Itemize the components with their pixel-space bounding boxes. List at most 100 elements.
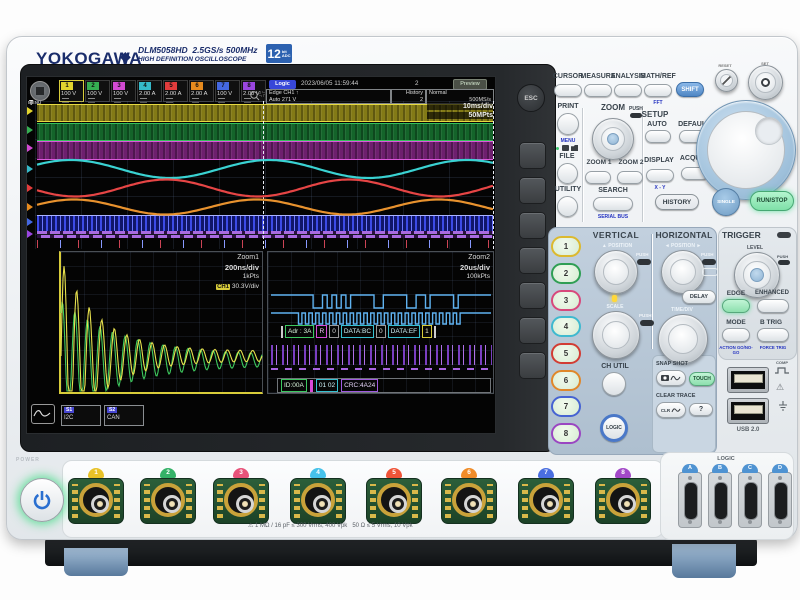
horizontal-position-knob[interactable]	[661, 250, 705, 294]
b-trig-button[interactable]	[757, 328, 789, 342]
measure-button[interactable]	[584, 84, 612, 97]
channel-button[interactable]: 6	[551, 370, 581, 391]
touch-button[interactable]: TOUCH	[689, 372, 715, 386]
enhanced-button[interactable]	[757, 299, 789, 313]
softkey-4[interactable]	[519, 247, 546, 274]
i2c-ack2: 0	[376, 325, 386, 338]
channel-button[interactable]: 5	[551, 343, 581, 364]
channel-status-box[interactable]: 4 2.00 A	[137, 80, 162, 102]
analysis-button[interactable]	[614, 84, 642, 97]
bnc-pads	[641, 484, 647, 518]
single-button[interactable]: SINGLE	[712, 188, 740, 216]
set-knob[interactable]	[748, 65, 783, 100]
softkey-6[interactable]	[519, 317, 546, 344]
math-ref-button[interactable]	[644, 84, 672, 97]
bnc-inner-ring	[91, 495, 109, 513]
channel-button-number: 7	[564, 402, 568, 411]
clear-trace-button[interactable]: CLR	[656, 402, 686, 418]
trace-marker-icon	[27, 184, 33, 192]
zoom1-cursor-line[interactable]	[263, 101, 264, 249]
file-button[interactable]	[557, 163, 578, 184]
logic-button[interactable]: LOGIC	[600, 414, 628, 442]
cursor-button[interactable]	[554, 84, 582, 97]
display-mode-icon[interactable]	[31, 404, 55, 424]
history-label: History	[406, 90, 423, 96]
snap-shot-button[interactable]	[656, 370, 686, 386]
channel-button-number: 8	[564, 429, 568, 438]
jog-shuttle-knob[interactable]	[696, 100, 796, 200]
channel-status-box[interactable]: 2 100 V	[85, 80, 110, 102]
channel-number-chip: 3	[113, 82, 125, 90]
softkey-7[interactable]	[519, 352, 546, 379]
help-button[interactable]: ?	[689, 403, 713, 416]
trace-marker-icon	[27, 165, 33, 173]
bnc-connector: 7	[518, 478, 574, 524]
bnc-channel-tab: 3	[233, 468, 249, 478]
esc-button[interactable]: ESC	[517, 84, 545, 112]
edge-button[interactable]	[722, 299, 750, 313]
zoom2-button[interactable]	[617, 171, 643, 184]
i2c-data2: DATA:EF	[388, 325, 420, 338]
channel-button[interactable]: 1	[551, 236, 581, 257]
ch-util-button[interactable]	[602, 372, 626, 396]
auto-button[interactable]	[645, 130, 671, 143]
screen-menu-button[interactable]	[30, 81, 50, 101]
port-slot	[714, 482, 728, 520]
vertical-position-knob[interactable]	[594, 250, 638, 294]
search-zoom-icon[interactable]	[249, 90, 265, 103]
softkey-1[interactable]	[519, 142, 546, 169]
zoom2-timebase: 20us/div	[460, 263, 490, 272]
search-button[interactable]	[593, 197, 633, 211]
softkey-2[interactable]	[519, 177, 546, 204]
serial-bus-badge[interactable]: S2 CAN	[104, 405, 144, 426]
zoom2-cursor-line[interactable]	[493, 101, 494, 249]
printer-icon	[562, 145, 569, 151]
channel-button[interactable]: 4	[551, 316, 581, 337]
display-button[interactable]	[646, 169, 674, 182]
channel-button[interactable]: 3	[551, 290, 581, 311]
utility-button[interactable]	[557, 196, 578, 217]
channel-button[interactable]: 7	[551, 396, 581, 417]
timediv-knob[interactable]	[658, 314, 708, 364]
serial-bus-badges: S1 I2C S2 CAN	[61, 405, 144, 426]
bnc-pads	[114, 484, 120, 518]
b-trig-label: B TRIG	[753, 319, 789, 326]
bnc-outer-ring	[377, 483, 411, 517]
can-rtr-tick	[310, 380, 313, 392]
reset-knob[interactable]	[715, 69, 738, 92]
softkey-3[interactable]	[519, 212, 546, 239]
shift-button[interactable]: SHIFT	[676, 82, 704, 97]
bnc-pin	[547, 501, 553, 507]
channel-status-box[interactable]: 7 100 V	[215, 80, 240, 102]
run-stop-button[interactable]: RUN/STOP	[750, 191, 794, 211]
bnc-outer-ring	[529, 483, 563, 517]
channel-scale-value: 100 V	[113, 91, 136, 97]
vertical-scale-knob[interactable]	[592, 311, 640, 359]
channel-button[interactable]: 2	[551, 263, 581, 284]
history-button[interactable]: HISTORY	[655, 194, 699, 210]
softkey-5[interactable]	[519, 282, 546, 309]
logic-port-tab: C	[742, 464, 758, 473]
logic-port: C	[738, 472, 762, 528]
zoom1-button[interactable]	[585, 171, 611, 184]
channel-status-box[interactable]: 6 2.00 A	[189, 80, 214, 102]
i2c-ack3: 1	[422, 325, 432, 338]
channel-status-box[interactable]: 1 100 V	[59, 80, 84, 102]
device-shadow	[45, 538, 757, 566]
trigger-position-marker: T	[29, 100, 33, 107]
channel-status-box[interactable]: 3 100 V	[111, 80, 136, 102]
print-led	[556, 147, 559, 150]
bnc-inner-ring	[313, 495, 331, 513]
channel-status-box[interactable]: 5 2.00 A	[163, 80, 188, 102]
print-button[interactable]	[557, 113, 579, 135]
channel-button[interactable]: 8	[551, 423, 581, 444]
delay-button[interactable]: DELAY	[682, 290, 716, 304]
zoom-knob[interactable]	[592, 118, 634, 160]
serial-bus-badge[interactable]: S1 I2C	[61, 405, 101, 426]
logic-status-badge[interactable]: Logic	[269, 80, 296, 89]
channel-button-number: 5	[564, 349, 568, 358]
decode-start-tick	[281, 326, 283, 338]
mode-button[interactable]	[722, 328, 750, 342]
power-button[interactable]	[20, 478, 64, 522]
comp-label: COMP	[771, 360, 793, 365]
